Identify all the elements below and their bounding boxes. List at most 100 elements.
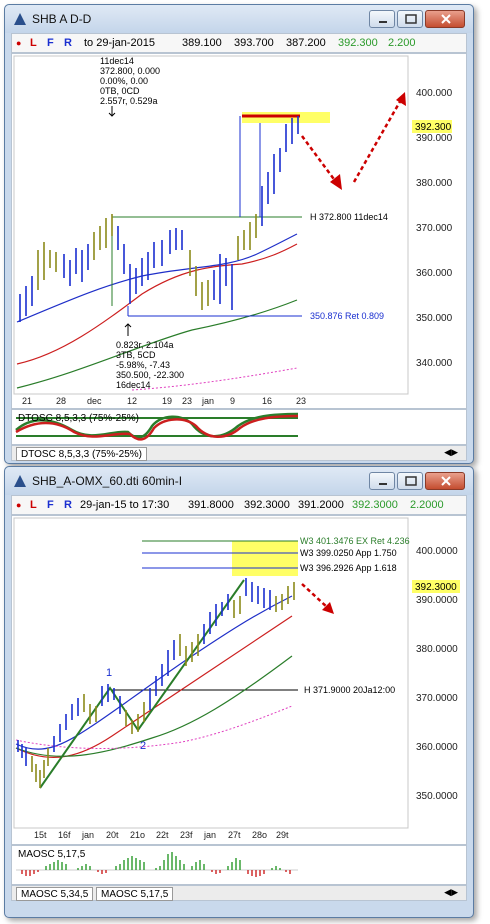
tab-maosc-5-17-5[interactable]: MAOSC 5,17,5 (96, 887, 174, 901)
x-tick: 23f (180, 830, 193, 840)
daily-chart-window: SHB A D-D ● L F R to 29-jan-2015 389.100… (4, 4, 474, 464)
close-icon (441, 476, 451, 486)
y-tick: 390.000 (416, 133, 453, 144)
y-tick: 390.0000 (416, 595, 458, 606)
x-tick: 27t (228, 830, 241, 840)
close-icon (441, 14, 451, 24)
x-tick: 16f (58, 830, 71, 840)
price-toolbar: ● L F R 29-jan-15 to 17:30 391.8000 392.… (11, 495, 467, 515)
toggle-f[interactable]: F (47, 499, 54, 511)
tab-scroll-icon[interactable]: ◀▶ (444, 447, 458, 458)
toggle-r[interactable]: R (64, 499, 72, 511)
ret-level-label: 350.876 Ret 0.809 (310, 311, 384, 321)
wave-1-label: 1 (106, 667, 112, 679)
toolbar-open: 391.8000 (188, 499, 234, 511)
maximize-icon (405, 476, 417, 486)
toolbar-change: 2.200 (388, 37, 416, 49)
hourly-price-chart[interactable]: 400.0000 390.0000 380.0000 370.0000 360.… (11, 515, 467, 845)
y-tick: 350.000 (416, 313, 453, 324)
x-tick: jan (201, 396, 214, 406)
toolbar-low: 387.200 (286, 37, 326, 49)
h-level-label: H 372.800 11dec14 (310, 212, 388, 222)
maximize-icon (405, 14, 417, 24)
note-top: 11dec14 (100, 56, 134, 66)
minimize-button[interactable] (369, 472, 395, 490)
w3-target-zone (232, 541, 298, 576)
x-tick: 19 (162, 396, 172, 406)
note-bottom: -5.98%, -7.43 (116, 360, 170, 370)
x-tick: 23 (296, 396, 306, 406)
x-tick: jan (81, 830, 94, 840)
note-bottom: 0.823r, 2.104a (116, 340, 174, 350)
x-tick: 16 (262, 396, 272, 406)
dtosc-panel[interactable]: DTOSC 8,5,3,3 (75%-25%) (11, 409, 467, 445)
x-tick: 23 (182, 396, 192, 406)
y-tick: 350.0000 (416, 791, 458, 802)
note-top: 372.800, 0.000 (100, 66, 160, 76)
last-price-label: 392.300 (415, 122, 452, 133)
x-tick: 20t (106, 830, 119, 840)
maosc-svg: MAOSC 5,17,5 (16, 849, 298, 877)
toolbar-low: 391.2000 (298, 499, 344, 511)
note-top: 0TB, 0CD (100, 86, 140, 96)
h-level-label: H 371.9000 20Ja12:00 (304, 685, 395, 695)
x-tick: dec (87, 396, 102, 406)
tab-maosc-5-34-5[interactable]: MAOSC 5,34,5 (16, 887, 94, 901)
dtosc-svg: DTOSC 8,5,3,3 (75%-25%) (15, 412, 299, 441)
x-tick: 28 (56, 396, 66, 406)
y-tick: 370.000 (416, 223, 453, 234)
maximize-button[interactable] (397, 10, 423, 28)
plot-frame (13, 55, 409, 395)
w3-label: W3 399.0250 App 1.750 (300, 548, 397, 558)
wave-2-label: 2 (140, 740, 146, 752)
toolbar-open: 389.100 (182, 37, 222, 49)
minimize-icon (379, 21, 387, 23)
y-tick: 340.000 (416, 358, 453, 369)
toolbar-close: 392.3000 (352, 499, 398, 511)
price-toolbar: ● L F R to 29-jan-2015 389.100 393.700 3… (11, 33, 467, 53)
x-tick: 21 (22, 396, 32, 406)
y-tick: 370.0000 (416, 693, 458, 704)
y-tick: 380.0000 (416, 644, 458, 655)
maximize-button[interactable] (397, 472, 423, 490)
tab-dtosc[interactable]: DTOSC 8,5,3,3 (75%-25%) (16, 447, 147, 461)
w3-label: W3 396.2926 App 1.618 (300, 563, 397, 573)
maosc-panel[interactable]: MAOSC 5,17,5 (11, 845, 467, 885)
y-tick: 400.0000 (416, 546, 458, 557)
x-tick: 12 (127, 396, 137, 406)
toolbar-high: 393.700 (234, 37, 274, 49)
osc-label: MAOSC 5,17,5 (18, 849, 86, 860)
minimize-button[interactable] (369, 10, 395, 28)
close-button[interactable] (425, 472, 465, 490)
hourly-price-svg: 400.0000 390.0000 380.0000 370.0000 360.… (13, 517, 460, 840)
toggle-f[interactable]: F (47, 37, 54, 49)
x-tick: 29t (276, 830, 289, 840)
toggle-l[interactable]: L (30, 499, 37, 511)
y-tick: 360.0000 (416, 742, 458, 753)
minimize-icon (379, 483, 387, 485)
window-title: SHB A D-D (32, 12, 92, 26)
toggle-r[interactable]: R (64, 37, 72, 49)
toggle-l[interactable]: L (30, 37, 37, 49)
osc-label: DTOSC 8,5,3,3 (75%-25%) (18, 413, 139, 424)
hourly-chart-window: SHB_A-OMX_60.dti 60min-I ● L F R 29-jan-… (4, 466, 474, 918)
status-dot: ● (16, 38, 22, 48)
app-icon (14, 475, 26, 487)
tab-scroll-icon[interactable]: ◀▶ (444, 887, 458, 898)
x-tick: 9 (230, 396, 235, 406)
indicator-tabs: MAOSC 5,34,5 MAOSC 5,17,5 ◀▶ (11, 885, 467, 901)
status-dot: ● (16, 500, 22, 510)
close-button[interactable] (425, 10, 465, 28)
indicator-tabs: DTOSC 8,5,3,3 (75%-25%) ◀▶ (11, 445, 467, 461)
x-tick: jan (203, 830, 216, 840)
title-bar: SHB A D-D (5, 5, 473, 33)
w3-label: W3 401.3476 EX Ret 4.236 (300, 536, 410, 546)
note-top: 2.557r, 0.529a (100, 96, 158, 106)
x-tick: 15t (34, 830, 47, 840)
y-tick: 380.000 (416, 178, 453, 189)
toolbar-high: 392.3000 (244, 499, 290, 511)
window-title: SHB_A-OMX_60.dti 60min-I (32, 474, 183, 488)
y-tick: 360.000 (416, 268, 453, 279)
daily-price-chart[interactable]: 400.000 390.000 380.000 370.000 360.000 … (11, 53, 467, 409)
toolbar-change: 2.2000 (410, 499, 444, 511)
